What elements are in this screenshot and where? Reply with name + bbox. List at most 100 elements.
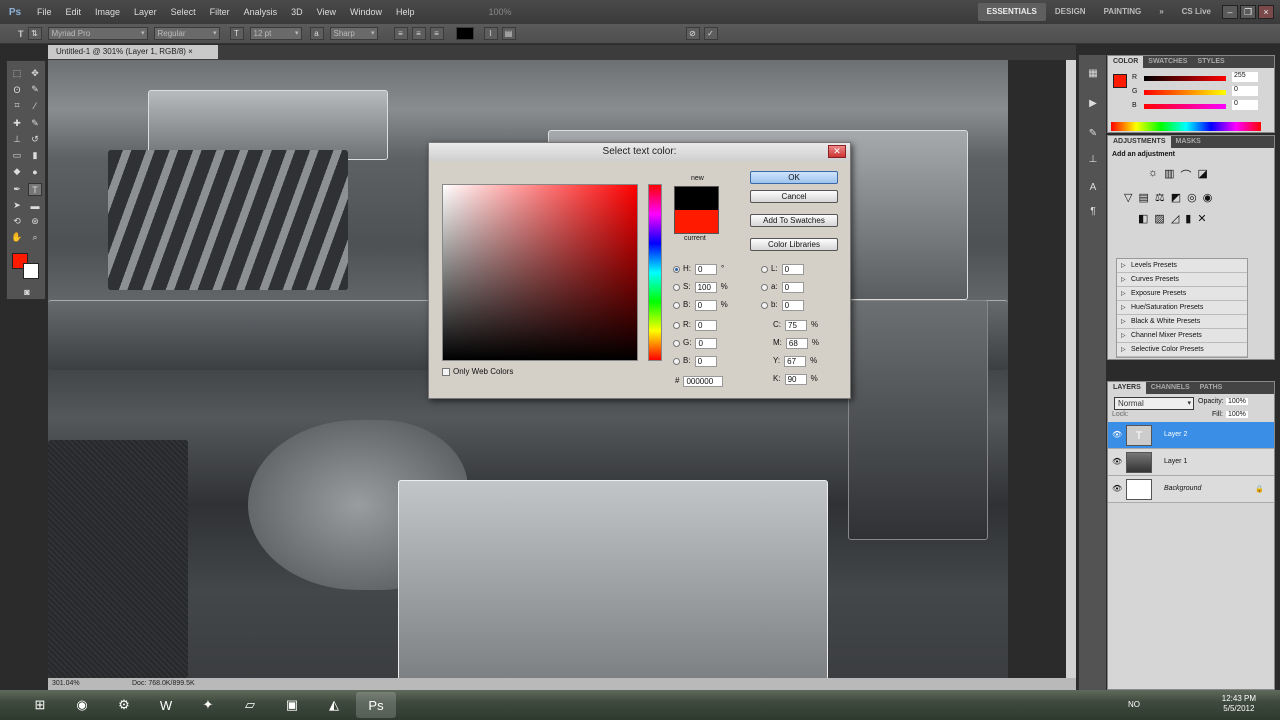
color-libraries-button[interactable]: Color Libraries	[750, 238, 838, 251]
zoom-level[interactable]: 100%	[482, 0, 519, 24]
hue-input[interactable]: 0	[695, 263, 717, 275]
3d-camera-icon[interactable]: ⊛	[28, 215, 42, 228]
opacity-value[interactable]: 100%	[1226, 398, 1248, 405]
tab-color[interactable]: COLOR	[1108, 56, 1144, 68]
healing-brush-icon[interactable]: ✚	[10, 117, 24, 130]
g-slider[interactable]	[1144, 90, 1226, 95]
restore-icon[interactable]: ❐	[1240, 5, 1256, 19]
cs-live-button[interactable]: CS Live	[1173, 3, 1220, 21]
gradient-map-icon[interactable]: ▮	[1185, 212, 1191, 225]
current-color-swatch[interactable]	[674, 210, 719, 234]
layer-name[interactable]: Layer 2	[1164, 431, 1187, 438]
hand-tool-icon[interactable]: ✋	[10, 231, 24, 244]
menu-file[interactable]: File	[30, 0, 59, 24]
preset-hue-saturation[interactable]: Hue/Saturation Presets	[1117, 301, 1247, 315]
saturation-input[interactable]: 100	[694, 281, 717, 293]
levels-icon[interactable]: ▥	[1164, 167, 1174, 183]
preset-levels[interactable]: Levels Presets	[1117, 259, 1247, 273]
lab-l-input[interactable]: 0	[781, 263, 804, 275]
threshold-icon[interactable]: ◿	[1171, 212, 1179, 225]
preset-black-white[interactable]: Black & White Presets	[1117, 315, 1247, 329]
layer-name[interactable]: Layer 1	[1164, 458, 1187, 465]
menu-3d[interactable]: 3D	[284, 0, 310, 24]
brightness-icon[interactable]: ☼	[1148, 167, 1158, 183]
preset-channel-mixer[interactable]: Channel Mixer Presets	[1117, 329, 1247, 343]
lab-a-radio[interactable]	[761, 283, 768, 291]
hue-saturation-icon[interactable]: ▤	[1138, 191, 1148, 204]
exposure-icon[interactable]: ◪	[1198, 167, 1208, 183]
preset-exposure[interactable]: Exposure Presets	[1117, 287, 1247, 301]
history-panel-icon[interactable]: ▦	[1085, 65, 1101, 81]
3d-rotate-icon[interactable]: ⟲	[10, 215, 24, 228]
curves-icon[interactable]: ⌒	[1181, 167, 1192, 183]
close-icon[interactable]: ✕	[828, 145, 846, 158]
g-value[interactable]: 0	[1232, 86, 1258, 96]
character-panel-icon[interactable]: ▤	[501, 27, 516, 40]
font-family-select[interactable]: Myriad Pro	[47, 27, 148, 40]
clock[interactable]: 12:43 PM 5/5/2012	[1222, 694, 1256, 714]
align-right-icon[interactable]: ≡	[429, 27, 444, 40]
green-radio[interactable]	[673, 339, 680, 347]
vertical-scrollbar[interactable]	[1066, 60, 1076, 678]
tab-swatches[interactable]: SWATCHES	[1143, 56, 1192, 68]
hex-input[interactable]: 000000	[683, 375, 724, 387]
lasso-tool-icon[interactable]: ʘ	[10, 83, 24, 96]
brightness-radio[interactable]	[673, 301, 680, 309]
actions-panel-icon[interactable]: ▶	[1085, 95, 1101, 111]
web-colors-checkbox[interactable]	[442, 367, 450, 376]
language-indicator[interactable]: NO	[1128, 700, 1140, 709]
tab-paths[interactable]: PATHS	[1195, 382, 1228, 394]
antialias-select[interactable]: Sharp	[329, 27, 378, 40]
tab-adjustments[interactable]: ADJUSTMENTS	[1108, 136, 1171, 148]
workspace-painting[interactable]: PAINTING	[1095, 3, 1151, 21]
cancel-button[interactable]: Cancel	[750, 190, 838, 203]
font-size-select[interactable]: 12 pt	[249, 27, 302, 40]
tab-styles[interactable]: STYLES	[1192, 56, 1229, 68]
brightness-input[interactable]: 0	[694, 299, 717, 311]
blur-tool-icon[interactable]: ◆	[10, 165, 24, 178]
add-to-swatches-button[interactable]: Add To Swatches	[750, 214, 838, 227]
quick-select-tool-icon[interactable]: ✎	[28, 83, 42, 96]
color-balance-icon[interactable]: ⚖	[1155, 191, 1165, 204]
font-style-select[interactable]: Regular	[153, 27, 220, 40]
layer-row-background[interactable]: 👁 Background 🔒	[1108, 476, 1274, 503]
tab-masks[interactable]: MASKS	[1171, 136, 1206, 148]
cancel-edit-icon[interactable]: ⊘	[685, 27, 700, 40]
eraser-tool-icon[interactable]: ▭	[10, 149, 24, 162]
text-tool-icon[interactable]: T	[18, 29, 24, 39]
steam-icon[interactable]: ⚙	[104, 692, 144, 718]
brush-panel-icon[interactable]: ✎	[1085, 125, 1101, 141]
ok-button[interactable]: OK	[750, 171, 838, 184]
hue-slider[interactable]	[648, 184, 662, 361]
black-white-icon[interactable]: ◩	[1171, 191, 1181, 204]
color-panel-foreground[interactable]	[1113, 74, 1127, 88]
menu-edit[interactable]: Edit	[59, 0, 89, 24]
background-color-swatch[interactable]	[23, 263, 39, 279]
shape-tool-icon[interactable]: ▬	[28, 199, 42, 212]
minimize-icon[interactable]: –	[1222, 5, 1238, 19]
history-brush-icon[interactable]: ↺	[28, 133, 42, 146]
text-orientation-icon[interactable]: ⇅	[27, 27, 42, 40]
channel-mixer-icon[interactable]: ◉	[1203, 191, 1213, 204]
r-slider[interactable]	[1144, 76, 1226, 81]
menu-view[interactable]: View	[310, 0, 343, 24]
clone-source-icon[interactable]: ⊥	[1085, 151, 1101, 167]
pen-tool-icon[interactable]: ✒	[10, 183, 24, 196]
text-color-swatch[interactable]	[455, 27, 474, 40]
quick-mask-icon[interactable]: ◙	[20, 285, 34, 298]
tab-channels[interactable]: CHANNELS	[1146, 382, 1195, 394]
menu-layer[interactable]: Layer	[127, 0, 164, 24]
eye-icon[interactable]: 👁	[1112, 484, 1122, 493]
warcraft-icon[interactable]: W	[146, 692, 186, 718]
path-select-icon[interactable]: ➤	[10, 199, 24, 212]
lab-l-radio[interactable]	[761, 265, 768, 273]
lab-a-input[interactable]: 0	[781, 281, 804, 293]
yellow-input[interactable]: 67	[784, 355, 807, 367]
close-icon[interactable]: ×	[1258, 5, 1274, 19]
blue-radio[interactable]	[673, 357, 680, 365]
tab-layers[interactable]: LAYERS	[1108, 382, 1146, 394]
layer-row-2[interactable]: 👁 T Layer 2	[1108, 422, 1274, 449]
fill-value[interactable]: 100%	[1226, 411, 1248, 418]
blend-mode-select[interactable]: Normal	[1114, 397, 1194, 410]
layer-name[interactable]: Background	[1164, 485, 1201, 492]
